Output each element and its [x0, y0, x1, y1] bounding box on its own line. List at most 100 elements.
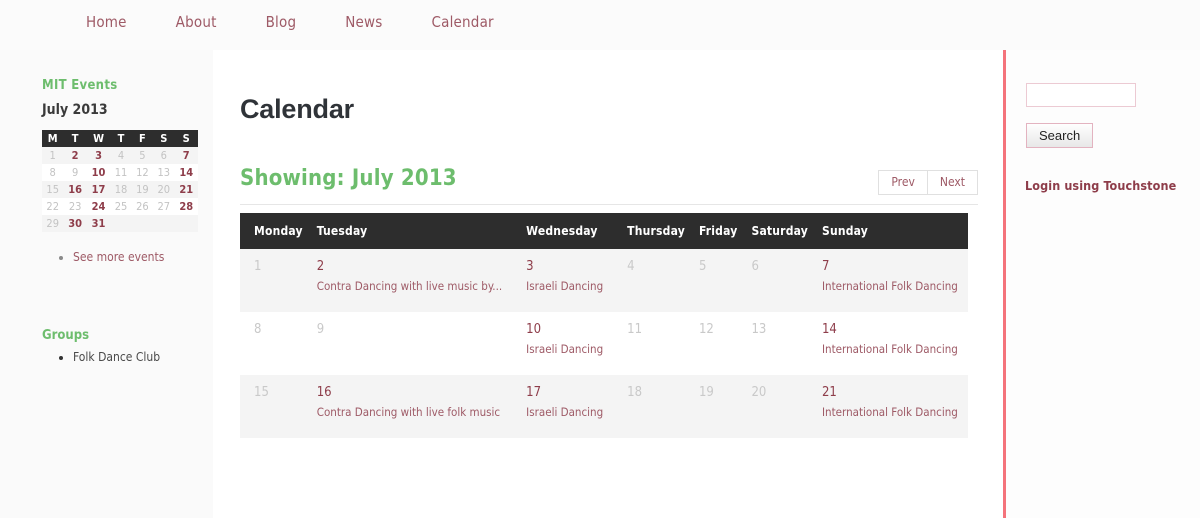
column-header-thursday: Thursday: [613, 213, 685, 249]
search-input[interactable]: [1026, 83, 1136, 107]
calendar-header-row: Monday Tuesday Wednesday Thursday Friday…: [240, 213, 968, 249]
calendar-day-cell: 13: [737, 312, 808, 375]
mini-calendar-day[interactable]: 21: [174, 181, 198, 198]
mini-calendar-day[interactable]: 10: [86, 164, 111, 181]
mini-calendar: M T W T F S S 1 2 3 4 5 6 7 8 9 10 11 12 13 14 15 16 17 1…: [42, 130, 198, 232]
mini-calendar-day[interactable]: 30: [63, 215, 87, 232]
mini-weekday-f: F: [131, 130, 154, 147]
mini-calendar-body: 1 2 3 4 5 6 7 8 9 10 11 12 13 14 15 16 17 18 19 20 21 22 23 24 2…: [42, 147, 198, 232]
mini-calendar-week-row: 15 16 17 18 19 20 21: [42, 181, 198, 198]
see-more-events-list: See more events: [55, 250, 164, 267]
day-number: 5: [698, 259, 707, 274]
mini-calendar-day: 9: [63, 164, 87, 181]
mini-calendar-month-label: July 2013: [42, 102, 108, 118]
nav-item-about[interactable]: About: [176, 13, 217, 31]
mini-calendar-day: 25: [110, 198, 132, 215]
mini-calendar-day-empty: [131, 215, 154, 232]
column-header-wednesday: Wednesday: [512, 213, 614, 249]
mini-calendar-day[interactable]: 16: [63, 181, 87, 198]
main-nav: Home About Blog News Calendar: [86, 13, 494, 31]
mini-calendar-day[interactable]: 3: [86, 147, 111, 164]
mini-calendar-week-row: 29 30 31: [42, 215, 198, 232]
calendar-event-link[interactable]: Israeli Dancing: [526, 341, 603, 357]
calendar-pager: Prev Next: [878, 170, 978, 196]
calendar-body: 1 2 Contra Dancing with live music by... 3 I…: [240, 249, 968, 438]
calendar-day-cell: 6: [737, 249, 808, 312]
calendar-event-link[interactable]: Israeli Dancing: [526, 404, 603, 420]
day-number: 20: [751, 385, 767, 400]
nav-item-calendar[interactable]: Calendar: [432, 13, 494, 31]
mini-weekday-m: M: [42, 130, 64, 147]
nav-item-home[interactable]: Home: [86, 13, 127, 31]
mini-calendar-day: 13: [153, 164, 175, 181]
day-number: 10: [526, 322, 542, 337]
mini-calendar-week-row: 1234567: [42, 147, 198, 164]
calendar-day-cell: 17 Israeli Dancing: [512, 375, 614, 438]
calendar-event-link[interactable]: Contra Dancing with live music by...: [317, 278, 502, 294]
list-item: Folk Dance Club: [73, 350, 160, 364]
mini-weekday-w: W: [86, 130, 111, 147]
mini-calendar-header-row: M T W T F S S: [42, 130, 198, 147]
calendar-day-cell: 15: [240, 375, 303, 438]
calendar-event-link[interactable]: International Folk Dancing: [822, 404, 958, 420]
mini-calendar-day[interactable]: 14: [174, 164, 198, 181]
calendar-day-cell: 9: [302, 312, 513, 375]
search-button[interactable]: Search: [1026, 123, 1094, 148]
group-link-folk-dance-club[interactable]: Folk Dance Club: [73, 350, 160, 364]
mini-weekday-t2: T: [110, 130, 132, 147]
mini-calendar-day[interactable]: 24: [86, 198, 111, 215]
calendar-week-row: 15 16 Contra Dancing with live folk music 1…: [240, 375, 968, 438]
day-number: 7: [821, 259, 830, 274]
mini-calendar-day[interactable]: 7: [174, 147, 198, 164]
see-more-events-link[interactable]: See more events: [73, 250, 164, 264]
mini-calendar-day: 6: [153, 147, 175, 164]
day-number: 17: [526, 385, 542, 400]
mini-calendar-day[interactable]: 2: [63, 147, 87, 164]
mini-calendar-day: 15: [42, 181, 64, 198]
mini-calendar-day-empty: [153, 215, 175, 232]
calendar-event-link[interactable]: International Folk Dancing: [822, 278, 958, 294]
groups-widget-title: Groups: [42, 328, 90, 343]
touchstone-login-link[interactable]: Login using Touchstone: [1025, 178, 1176, 193]
calendar-day-cell: 3 Israeli Dancing: [512, 249, 614, 312]
day-number: 8: [254, 322, 262, 337]
calendar-day-cell: 5: [684, 249, 738, 312]
calendar-day-cell: 16 Contra Dancing with live folk music: [302, 375, 513, 438]
calendar-day-cell: 12: [684, 312, 738, 375]
mini-calendar-week-row: 22 23 24 25 26 27 28: [42, 198, 198, 215]
calendar-day-cell: 4: [613, 249, 685, 312]
mini-calendar-day: 4: [110, 147, 132, 164]
day-number: 21: [821, 385, 837, 400]
prev-month-button[interactable]: Prev: [878, 170, 928, 196]
day-number: 1: [254, 259, 262, 274]
mini-calendar-day: 5: [131, 147, 154, 164]
mini-calendar-day: 11: [110, 164, 132, 181]
day-number: 6: [751, 259, 759, 274]
calendar-day-cell: 18: [613, 375, 685, 438]
calendar-day-cell: 14 International Folk Dancing: [807, 312, 968, 375]
calendar-toolbar: Showing: July 2013 Prev Next: [240, 166, 978, 205]
calendar-event-link[interactable]: Israeli Dancing: [526, 278, 603, 294]
calendar-event-link[interactable]: Contra Dancing with live folk music: [317, 404, 502, 420]
mini-calendar-day[interactable]: 17: [86, 181, 111, 198]
day-number: 14: [821, 322, 837, 337]
mini-calendar-day-empty: [174, 215, 198, 232]
calendar-day-cell: 21 International Folk Dancing: [807, 375, 968, 438]
nav-item-blog[interactable]: Blog: [266, 13, 297, 31]
mini-weekday-s1: S: [153, 130, 175, 147]
main-content: Calendar Showing: July 2013 Prev Next Mo…: [213, 50, 1003, 518]
mini-calendar-day[interactable]: 28: [174, 198, 198, 215]
calendar-event-link[interactable]: International Folk Dancing: [822, 341, 958, 357]
right-sidebar: Search Login using Touchstone: [1003, 50, 1200, 518]
calendar-day-cell: 8: [240, 312, 303, 375]
mini-calendar-day: 18: [110, 181, 132, 198]
day-number: 9: [316, 322, 325, 337]
column-header-saturday: Saturday: [737, 213, 808, 249]
mit-events-widget-title: MIT Events: [42, 78, 118, 93]
next-month-button[interactable]: Next: [926, 170, 978, 196]
mini-calendar-day[interactable]: 31: [86, 215, 111, 232]
day-number: 19: [698, 385, 714, 400]
calendar-day-cell: 2 Contra Dancing with live music by...: [302, 249, 513, 312]
calendar-table: Monday Tuesday Wednesday Thursday Friday…: [240, 213, 968, 438]
nav-item-news[interactable]: News: [345, 13, 382, 31]
